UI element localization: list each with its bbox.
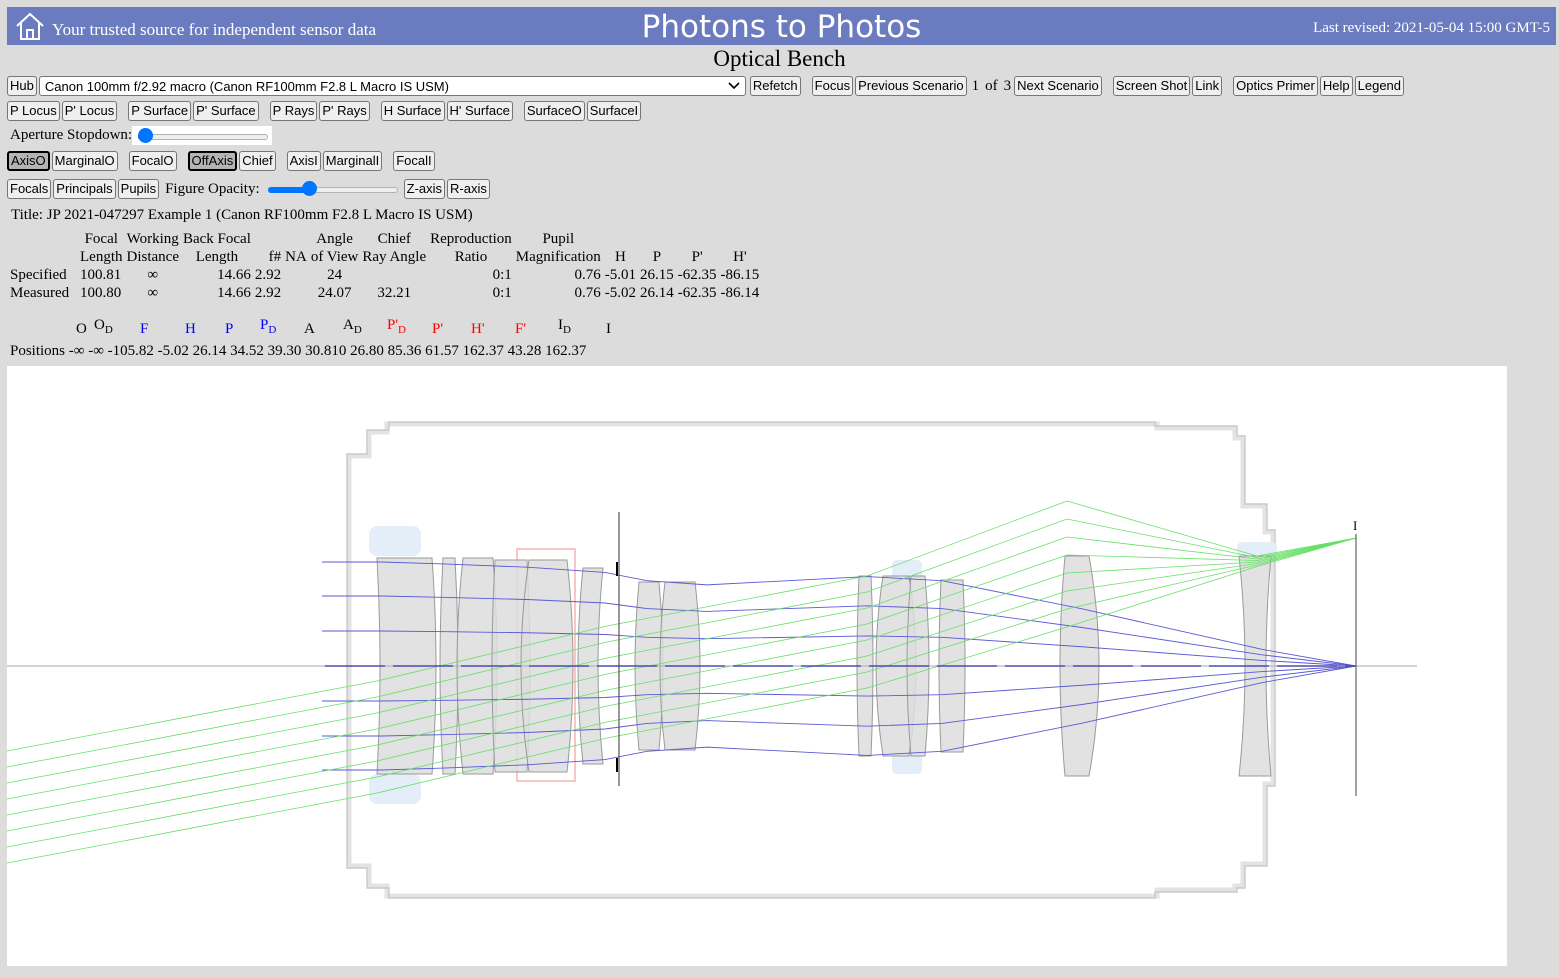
symbol-h-prime: H'	[471, 321, 485, 337]
marginal-i-button[interactable]: MarginalI	[322, 151, 383, 171]
hub-button[interactable]: Hub	[7, 76, 37, 96]
aperture-label: Aperture Stopdown:	[10, 127, 133, 143]
symbol-f-prime: F'	[515, 321, 527, 337]
marginal-o-button[interactable]: MarginalO	[51, 151, 118, 171]
symbol-h: H	[185, 321, 196, 337]
symbol-p-prime-d: P'D	[387, 317, 406, 336]
toolbar-surfaces: P Locus P' Locus P Surface P' Surface P …	[7, 101, 643, 121]
help-button[interactable]: Help	[1319, 76, 1353, 96]
table-row: Measured 100.80 ∞ 14.66 2.92 24.07 32.21…	[10, 285, 760, 301]
h-surface-button[interactable]: H Surface	[380, 101, 445, 121]
surface-o-button[interactable]: SurfaceO	[523, 101, 585, 121]
symbol-i-d: ID	[558, 317, 571, 336]
focal-o-button[interactable]: FocalO	[128, 151, 177, 171]
image-plane-label: I	[1353, 518, 1357, 533]
z-axis-button[interactable]: Z-axis	[403, 179, 446, 199]
table-row: Specified 100.81 ∞ 14.66 2.92 24 0:1 0.7…	[10, 267, 760, 283]
symbol-p: P	[225, 321, 234, 337]
aperture-slider-thumb[interactable]	[138, 128, 154, 143]
focus-button[interactable]: Focus	[811, 76, 854, 96]
symbol-i: I	[606, 321, 611, 337]
group-block-lower	[892, 754, 922, 774]
scenario-of: of	[985, 77, 998, 94]
p-locus-button[interactable]: P Locus	[7, 101, 60, 121]
spec-header-1: Focal Working Back Focal Angle Chief Rep…	[84, 231, 575, 247]
scenario-total: 3	[1003, 77, 1012, 94]
p-surface-button[interactable]: P Surface	[128, 101, 192, 121]
opacity-label: Figure Opacity:	[165, 180, 260, 197]
legend-button[interactable]: Legend	[1354, 76, 1405, 96]
last-revised: Last revised: 2021-05-04 15:00 GMT-5	[1313, 20, 1550, 36]
next-scenario-button[interactable]: Next Scenario	[1014, 76, 1102, 96]
previous-scenario-button[interactable]: Previous Scenario	[855, 76, 967, 96]
symbol-f: F	[140, 321, 149, 337]
toolbar-main: Hub Canon 100mm f/2.92 macro (Canon RF10…	[7, 76, 1406, 96]
page-title: Optical Bench	[713, 46, 846, 71]
spec-header-2: Length Distance Length f# NA of View Ray…	[80, 249, 747, 265]
opacity-slider-thumb[interactable]	[302, 181, 318, 196]
front-mount-block	[369, 526, 421, 556]
off-axis-button[interactable]: OffAxis	[187, 151, 238, 171]
symbol-p-prime: P'	[432, 321, 444, 337]
surface-i-button[interactable]: SurfaceI	[586, 101, 642, 121]
symbol-o-d: OD	[94, 317, 113, 336]
header-banner: Your trusted source for independent sens…	[7, 7, 1556, 45]
symbol-a: A	[304, 321, 315, 337]
axis-o-button[interactable]: AxisO	[7, 151, 50, 171]
chief-button[interactable]: Chief	[239, 151, 276, 171]
aperture-row: Aperture Stopdown:	[10, 126, 273, 145]
scenario-index: 1	[971, 77, 980, 94]
toolbar-rays: AxisO MarginalO FocalO OffAxis Chief Axi…	[7, 151, 437, 171]
symbol-o: O	[76, 321, 87, 337]
opacity-slider[interactable]	[267, 181, 398, 197]
p-prime-locus-button[interactable]: P' Locus	[61, 101, 118, 121]
rear-block	[1237, 542, 1277, 556]
p-rays-button[interactable]: P Rays	[269, 101, 318, 121]
spec-table: Focal Working Back Focal Angle Chief Rep…	[8, 230, 761, 302]
optical-diagram[interactable]: I	[6, 366, 1507, 966]
aperture-slider[interactable]	[138, 128, 269, 144]
lens-select[interactable]: Canon 100mm f/2.92 macro (Canon RF100mm …	[38, 76, 746, 96]
pupils-button[interactable]: Pupils	[117, 179, 160, 199]
chevron-down-icon	[728, 82, 740, 90]
toolbar-overlays: Focals Principals Pupils Figure Opacity:…	[7, 179, 492, 199]
focal-i-button[interactable]: FocalI	[393, 151, 435, 171]
h-prime-surface-button[interactable]: H' Surface	[446, 101, 513, 121]
screen-shot-button[interactable]: Screen Shot	[1112, 76, 1191, 96]
axis-i-button[interactable]: AxisI	[286, 151, 321, 171]
positions-row: Positions -∞ -∞ -105.82 -5.02 26.14 34.5…	[10, 343, 587, 359]
r-axis-button[interactable]: R-axis	[447, 179, 490, 199]
refetch-button[interactable]: Refetch	[749, 76, 801, 96]
symbol-a-d: AD	[343, 317, 362, 336]
optical-diagram-svg[interactable]: I	[6, 366, 1507, 966]
focals-button[interactable]: Focals	[7, 179, 52, 199]
p-prime-surface-button[interactable]: P' Surface	[193, 101, 259, 121]
p-prime-rays-button[interactable]: P' Rays	[319, 101, 370, 121]
symbol-p-d: PD	[260, 317, 277, 336]
link-button[interactable]: Link	[1192, 76, 1223, 96]
lens-select-value: Canon 100mm f/2.92 macro (Canon RF100mm …	[44, 78, 449, 94]
principals-button[interactable]: Principals	[53, 179, 116, 199]
lens-title: Title: JP 2021-047297 Example 1 (Canon R…	[11, 207, 473, 223]
optics-primer-button[interactable]: Optics Primer	[1233, 76, 1318, 96]
